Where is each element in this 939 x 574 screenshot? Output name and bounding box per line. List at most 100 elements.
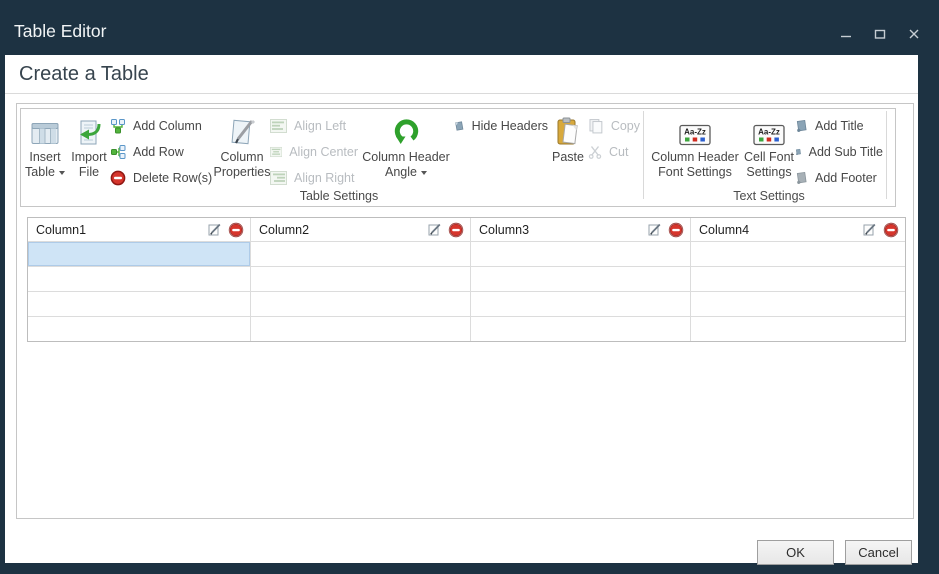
align-right-icon (270, 171, 287, 185)
delete-rows-icon (110, 170, 126, 186)
add-column-label: Add Column (133, 119, 202, 133)
add-footer-button[interactable]: Add Footer (795, 168, 883, 188)
column-header-font-settings-button[interactable]: Aa-Zz Column Header Font Settings (647, 109, 743, 180)
column-header-angle-button[interactable]: Column Header Angle (358, 109, 454, 180)
edit-column-icon[interactable] (647, 222, 662, 237)
table-editor-window: Table Editor Create a Table (0, 0, 939, 574)
minimize-icon (840, 28, 852, 40)
maximize-button[interactable] (869, 25, 891, 43)
editor-panel: Insert Table Import File Add Column (16, 103, 914, 519)
copy-label: Copy (611, 119, 640, 133)
add-row-button[interactable]: Add Row (110, 142, 214, 162)
close-icon (908, 28, 920, 40)
ok-button[interactable]: OK (757, 540, 834, 565)
window-controls (835, 25, 925, 43)
column-header-label: Column1 (36, 223, 201, 237)
column-header-label: Column2 (259, 223, 421, 237)
column-header: Column3 (471, 218, 690, 241)
svg-text:Aa-Zz: Aa-Zz (758, 128, 780, 137)
import-file-button[interactable]: Import File (68, 109, 110, 180)
insert-table-icon (29, 113, 61, 147)
table-cell[interactable] (251, 267, 470, 291)
import-file-icon (75, 113, 103, 147)
column-properties-button[interactable]: Column Properties (214, 109, 270, 180)
column-header-angle-label-1: Column Header (362, 150, 450, 165)
align-left-icon (270, 119, 287, 133)
delete-column-icon[interactable] (228, 222, 244, 238)
delete-rows-label: Delete Row(s) (133, 171, 212, 185)
column-properties-label-2: Properties (214, 165, 271, 180)
cancel-button[interactable]: Cancel (845, 540, 912, 565)
cut-button: Cut (588, 142, 640, 162)
add-sub-title-icon (795, 145, 802, 159)
cell-font-settings-icon: Aa-Zz (753, 113, 786, 147)
dialog-content: Create a Table Insert Table (5, 55, 918, 563)
column-properties-label-1: Column (220, 150, 263, 165)
paste-button[interactable]: Paste (548, 109, 588, 165)
table-cell[interactable] (28, 267, 250, 291)
import-file-label-1: Import (71, 150, 106, 165)
edit-column-icon[interactable] (427, 222, 442, 237)
insert-table-label-1: Insert (29, 150, 60, 165)
clipboard-actions: Copy Cut (588, 109, 640, 168)
align-center-button: Align Center (270, 142, 358, 162)
heading-divider (5, 93, 918, 94)
column-header-font-settings-icon: Aa-Zz (679, 113, 712, 147)
dropdown-caret (59, 171, 65, 175)
delete-column-icon[interactable] (668, 222, 684, 238)
cell-font-settings-button[interactable]: Aa-Zz Cell Font Settings (743, 109, 795, 180)
column-header-font-label-1: Column Header (651, 150, 739, 165)
page-title: Create a Table (19, 63, 149, 86)
edit-column-icon[interactable] (862, 222, 877, 237)
hide-headers-button[interactable]: Hide Headers (454, 116, 548, 136)
table-cell[interactable] (471, 242, 690, 266)
import-file-label-2: File (79, 165, 99, 180)
column-header: Column1 (28, 218, 250, 241)
add-title-button[interactable]: Add Title (795, 116, 883, 136)
table-cell-selected[interactable] (28, 242, 250, 266)
table-cell[interactable] (691, 242, 905, 266)
edit-column-icon[interactable] (207, 222, 222, 237)
svg-text:Aa-Zz: Aa-Zz (684, 128, 706, 137)
table-cell[interactable] (28, 292, 250, 316)
row-column-actions: Add Column Add Row Delete Row(s) (110, 109, 214, 194)
toolbar-separator (886, 111, 887, 199)
column-header-angle-icon (391, 113, 421, 147)
close-button[interactable] (903, 25, 925, 43)
minimize-button[interactable] (835, 25, 857, 43)
add-title-label: Add Title (815, 119, 864, 133)
add-footer-label: Add Footer (815, 171, 877, 185)
group-label-text-settings: Text Settings (689, 189, 849, 203)
column-header: Column4 (691, 218, 905, 241)
delete-rows-button[interactable]: Delete Row(s) (110, 168, 214, 188)
add-title-icon (795, 119, 808, 133)
insert-table-button[interactable]: Insert Table (22, 109, 68, 180)
delete-column-icon[interactable] (448, 222, 464, 238)
table-cell[interactable] (471, 317, 690, 341)
title-actions: Add Title Add Sub Title Add Footer (795, 109, 883, 194)
delete-column-icon[interactable] (883, 222, 899, 238)
header-visibility-actions: Hide Headers (454, 109, 548, 142)
column-header: Column2 (251, 218, 470, 241)
table-cell[interactable] (471, 267, 690, 291)
table-cell[interactable] (691, 267, 905, 291)
add-column-button[interactable]: Add Column (110, 116, 214, 136)
table-cell[interactable] (28, 317, 250, 341)
data-table: Column1 Column2 Column3Column4 (27, 217, 906, 342)
table-cell[interactable] (251, 242, 470, 266)
insert-table-label-2: Table (25, 165, 65, 180)
maximize-icon (874, 28, 886, 40)
align-right-label: Align Right (294, 171, 354, 185)
table-cell[interactable] (691, 292, 905, 316)
table-cell[interactable] (251, 317, 470, 341)
add-row-label: Add Row (133, 145, 184, 159)
paste-label: Paste (552, 150, 584, 165)
toolbar-separator (643, 111, 644, 199)
align-left-button: Align Left (270, 116, 358, 136)
cell-font-label-2: Settings (746, 165, 791, 180)
table-cell[interactable] (251, 292, 470, 316)
add-sub-title-button[interactable]: Add Sub Title (795, 142, 883, 162)
table-cell[interactable] (471, 292, 690, 316)
table-cell[interactable] (691, 317, 905, 341)
copy-icon (588, 118, 604, 134)
